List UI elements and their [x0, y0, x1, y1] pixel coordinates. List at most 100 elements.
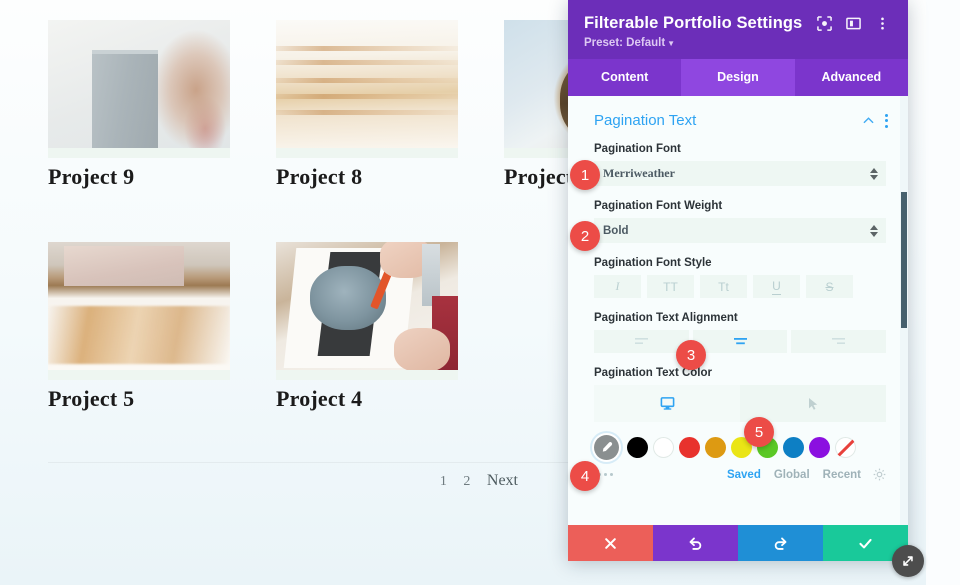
- portfolio-item[interactable]: Project 8: [276, 20, 458, 190]
- hover-cursor-icon: [808, 397, 817, 410]
- portfolio-item-title[interactable]: Project 8: [276, 164, 458, 190]
- field-pagination-font-weight: Pagination Font Weight Bold: [568, 200, 908, 243]
- swatch-transparent[interactable]: [835, 437, 856, 458]
- check-icon: [859, 538, 872, 548]
- gear-icon[interactable]: [873, 468, 886, 481]
- italic-button[interactable]: I: [594, 275, 641, 298]
- spinner-icon: [870, 224, 878, 237]
- chevron-down-icon: ▼: [667, 39, 676, 48]
- palette-tab-recent[interactable]: Recent: [823, 469, 861, 481]
- align-center-button[interactable]: [692, 330, 788, 353]
- portfolio-thumbnail[interactable]: [276, 242, 458, 380]
- modal-title: Filterable Portfolio Settings: [584, 14, 803, 32]
- field-label: Pagination Font Style: [594, 257, 712, 269]
- settings-panel-body: Pagination Text Pagination Font Merriwea…: [568, 96, 908, 525]
- swatch-blue[interactable]: [783, 437, 804, 458]
- thumbnail-image: [276, 242, 458, 370]
- eyedropper-icon: [602, 442, 613, 452]
- preset-label: Preset: Default: [584, 37, 666, 49]
- redo-button[interactable]: [738, 525, 823, 561]
- tab-design[interactable]: Design: [681, 59, 795, 96]
- more-vertical-icon[interactable]: [875, 16, 890, 31]
- callout-badge-4: 4: [570, 461, 600, 491]
- resize-handle[interactable]: [892, 545, 924, 577]
- x-icon: [605, 537, 616, 549]
- color-picker-button[interactable]: [594, 435, 619, 460]
- callout-badge-5: 5: [744, 417, 774, 447]
- portfolio-item-title[interactable]: Project 9: [48, 164, 230, 190]
- section-more-icon[interactable]: [885, 113, 888, 128]
- modal-header: Filterable Portfolio Settings Preset: De…: [568, 0, 908, 59]
- field-pagination-text-color: Pagination Text Color: [568, 367, 908, 422]
- align-right-icon: [832, 338, 846, 344]
- panel-scrollbar-track[interactable]: [900, 96, 908, 525]
- portfolio-item[interactable]: Project 5: [48, 242, 230, 412]
- panel-scrollbar-thumb[interactable]: [901, 192, 907, 328]
- pagination-font-select[interactable]: Merriweather: [594, 161, 886, 186]
- strikethrough-button[interactable]: S: [806, 275, 853, 298]
- portfolio-item-title[interactable]: Project 5: [48, 386, 230, 412]
- align-right-button[interactable]: [791, 330, 887, 353]
- align-center-icon: [733, 338, 747, 345]
- field-pagination-text-alignment: Pagination Text Alignment: [568, 312, 908, 353]
- field-label: Pagination Text Color: [594, 367, 712, 379]
- undo-button[interactable]: [653, 525, 738, 561]
- underline-glyph: U: [772, 278, 781, 295]
- callout-badge-1: 1: [570, 160, 600, 190]
- pagination-next[interactable]: Next: [487, 472, 518, 489]
- section-title-label: Pagination Text: [594, 112, 697, 129]
- focus-icon[interactable]: [817, 16, 832, 31]
- portfolio-item[interactable]: Project 4: [276, 242, 458, 412]
- uppercase-button[interactable]: TT: [647, 275, 694, 298]
- resize-diagonal-icon: [903, 556, 913, 566]
- tab-content[interactable]: Content: [568, 59, 681, 96]
- swatch-red[interactable]: [679, 437, 700, 458]
- swatch-white[interactable]: [653, 437, 674, 458]
- layout-panel-icon[interactable]: [846, 16, 861, 31]
- pagination: 1 2 Next: [48, 472, 518, 490]
- preset-selector[interactable]: Preset: Default ▼: [584, 37, 892, 49]
- more-colors-icon[interactable]: [598, 473, 714, 476]
- palette-tab-saved[interactable]: Saved: [727, 469, 761, 481]
- strikethrough-glyph: S: [825, 279, 834, 294]
- pagination-font-weight-select[interactable]: Bold: [594, 218, 886, 243]
- field-pagination-font-style: Pagination Font Style I TT Tt U S: [568, 257, 908, 298]
- portfolio-thumbnail[interactable]: [276, 20, 458, 158]
- palette-tab-global[interactable]: Global: [774, 469, 810, 481]
- page-right-margin: [926, 0, 960, 585]
- chevron-up-icon[interactable]: [862, 114, 875, 127]
- align-left-button[interactable]: [594, 330, 689, 353]
- underline-button[interactable]: U: [753, 275, 800, 298]
- swatch-black[interactable]: [627, 437, 648, 458]
- field-label: Pagination Font: [594, 143, 681, 155]
- pagination-page-2[interactable]: 2: [463, 474, 470, 489]
- swatch-purple[interactable]: [809, 437, 830, 458]
- screen: Project 9 Project 8 Project 7 Project 5 …: [0, 0, 960, 585]
- section-header-pagination-text[interactable]: Pagination Text: [568, 96, 908, 129]
- spinner-icon: [870, 167, 878, 180]
- select-value: Merriweather: [603, 166, 675, 180]
- modal-tabs: Content Design Advanced: [568, 59, 908, 96]
- pagination-page-1[interactable]: 1: [440, 474, 447, 489]
- portfolio-item[interactable]: Project 9: [48, 20, 230, 190]
- color-tab-desktop[interactable]: [594, 385, 740, 422]
- redo-icon: [774, 537, 787, 550]
- capitalize-button[interactable]: Tt: [700, 275, 747, 298]
- close-button[interactable]: [568, 525, 653, 561]
- callout-badge-3: 3: [676, 340, 706, 370]
- select-value: Bold: [603, 224, 629, 237]
- tab-advanced[interactable]: Advanced: [795, 59, 908, 96]
- settings-modal: Filterable Portfolio Settings Preset: De…: [568, 0, 924, 577]
- portfolio-thumbnail[interactable]: [48, 242, 230, 380]
- align-left-icon: [634, 338, 648, 344]
- thumbnail-image: [48, 242, 230, 370]
- desktop-icon: [660, 397, 674, 410]
- portfolio-thumbnail[interactable]: [48, 20, 230, 158]
- swatch-orange[interactable]: [705, 437, 726, 458]
- callout-badge-2: 2: [570, 221, 600, 251]
- thumbnail-image: [48, 20, 230, 148]
- thumbnail-image: [276, 20, 458, 148]
- field-pagination-font: Pagination Font Merriweather: [568, 143, 908, 186]
- portfolio-item-title[interactable]: Project 4: [276, 386, 458, 412]
- color-swatch-row: [568, 422, 908, 460]
